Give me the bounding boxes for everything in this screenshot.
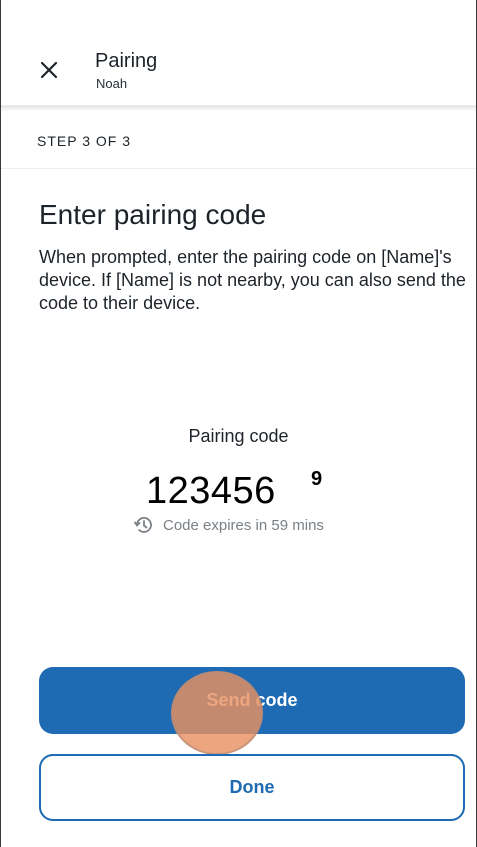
page-title: Pairing (95, 50, 158, 72)
instructions-text: When prompted, enter the pairing code on… (39, 247, 466, 313)
expiry-row: Code expires in 59 mins (133, 514, 324, 536)
top-bar: Pairing Noah (1, 0, 476, 108)
send-code-button[interactable]: Send code (39, 667, 465, 734)
expiry-text: Code expires in 59 mins (163, 516, 324, 534)
send-code-label: Send code (206, 690, 298, 710)
timer-icon (133, 514, 155, 536)
section-heading: Enter pairing code (39, 199, 267, 230)
done-button[interactable]: Done (39, 754, 465, 821)
pairing-code-value: 123456 (146, 470, 276, 512)
app-screen: Pairing Noah STEP 3 OF 3 Enter pairing c… (0, 0, 477, 847)
done-label: Done (229, 777, 275, 797)
pairing-code-label: Pairing code (188, 426, 289, 446)
close-button[interactable] (35, 58, 63, 86)
page-subtitle: Noah (96, 76, 128, 91)
divider (1, 168, 476, 169)
close-icon (39, 60, 59, 85)
step-indicator: STEP 3 OF 3 (37, 133, 131, 149)
code-badge: 9 (311, 468, 323, 490)
